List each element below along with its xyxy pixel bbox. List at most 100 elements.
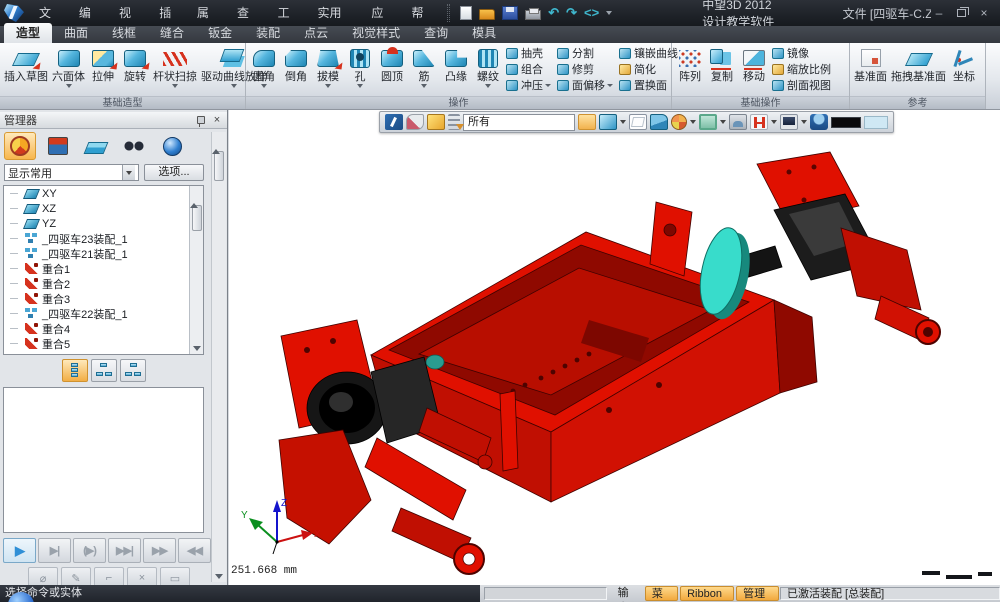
chevron-down-icon[interactable] — [801, 120, 807, 124]
solid-display-icon[interactable] — [650, 114, 668, 130]
tab-wireframe[interactable]: 线框 — [100, 23, 148, 43]
face-offset-button[interactable]: 面偏移 — [555, 77, 615, 93]
tree-item-constraint[interactable]: 重合4 — [4, 321, 203, 336]
tab-sheetmetal[interactable]: 钣金 — [196, 23, 244, 43]
simplify-button[interactable]: 简化 — [617, 61, 680, 77]
restore-button[interactable] — [957, 9, 966, 17]
embed-curve-button[interactable]: 镶嵌曲线 — [617, 45, 680, 61]
tree-item-xy[interactable]: XY — [4, 186, 203, 201]
scrollbar-thumb[interactable] — [192, 205, 202, 231]
tree-item-constraint[interactable]: 重合5 — [4, 336, 203, 351]
ribbon-toggle[interactable]: Ribbon栏 — [680, 586, 734, 601]
scrollbar-thumb[interactable] — [214, 151, 224, 181]
scale-button[interactable]: 缩放比例 — [770, 61, 833, 77]
extrude-button[interactable]: 拉伸 — [87, 44, 119, 83]
fast-forward-button[interactable]: ▶▶ — [143, 538, 176, 563]
close-button[interactable]: × — [976, 6, 992, 20]
options-button[interactable]: 选项... — [144, 164, 204, 181]
quick-access-chevron-icon[interactable] — [606, 11, 612, 15]
highlight-color-swatch[interactable] — [864, 116, 888, 129]
section-view-button[interactable]: 剖面视图 — [770, 77, 833, 93]
shell-button[interactable]: 抽壳 — [504, 45, 553, 61]
history-manager-button[interactable] — [4, 132, 36, 160]
undo-icon[interactable]: ↶ — [548, 6, 559, 20]
chamfer-button[interactable]: 倒角 — [280, 44, 312, 83]
csys-button[interactable]: 坐标 — [948, 44, 980, 83]
tab-inquire[interactable]: 查询 — [412, 23, 460, 43]
rewind-button[interactable]: ◀◀ — [178, 538, 211, 563]
combine-button[interactable]: 组合 — [504, 61, 553, 77]
scroll-up-icon[interactable] — [212, 132, 220, 154]
minimize-button[interactable]: – — [931, 6, 947, 20]
layer-manager-button[interactable] — [80, 132, 112, 160]
tree-item-component[interactable]: _四驱车22装配_1 — [4, 306, 203, 321]
code-brackets-icon[interactable]: <> — [584, 6, 599, 20]
tab-visualstyle[interactable]: 视觉样式 — [340, 23, 412, 43]
color-wheel-icon[interactable] — [671, 114, 687, 130]
entity-box-icon[interactable] — [427, 114, 445, 130]
view-manager-button[interactable] — [118, 132, 150, 160]
tree-item-constraint[interactable]: 重合3 — [4, 291, 203, 306]
tree-item-component[interactable]: _四驱车23装配_1 — [4, 231, 203, 246]
scroll-down-icon[interactable] — [215, 574, 223, 579]
section-tool-icon[interactable] — [750, 114, 768, 130]
redo-icon[interactable]: ↷ — [566, 6, 577, 20]
flange-button[interactable]: 凸缘 — [440, 44, 472, 83]
tab-heal[interactable]: 缝合 — [148, 23, 196, 43]
save-icon[interactable] — [502, 6, 518, 20]
mirror-button[interactable]: 镜像 — [770, 45, 833, 61]
tree-item-yz[interactable]: YZ — [4, 216, 203, 231]
thread-button[interactable]: 螺纹 — [472, 44, 504, 88]
exit-command-icon[interactable] — [385, 114, 403, 130]
open-file-icon[interactable] — [479, 9, 495, 20]
tab-surface[interactable]: 曲面 — [52, 23, 100, 43]
chevron-down-icon[interactable] — [620, 120, 626, 124]
drag-datum-button[interactable]: 拖拽基准面 — [889, 44, 948, 83]
sweep-button[interactable]: 杆状扫掠 — [151, 44, 199, 88]
pattern-button[interactable]: 阵列 — [674, 44, 706, 83]
display-mode-icon[interactable] — [599, 114, 617, 130]
shaded-display-icon[interactable] — [578, 114, 596, 130]
play-button[interactable]: ▶ — [3, 538, 36, 563]
tree-view-button[interactable] — [91, 359, 117, 382]
step-to-end-button[interactable]: ▶▶| — [108, 538, 141, 563]
draft-button[interactable]: 拔模 — [312, 44, 344, 88]
tree-item-constraint[interactable]: 重合2 — [4, 276, 203, 291]
chevron-down-icon[interactable] — [720, 120, 726, 124]
step-play-button[interactable]: (▶) — [73, 538, 106, 563]
datum-plane-button[interactable]: 基准面 — [852, 44, 889, 83]
wireframe-display-icon[interactable] — [629, 114, 647, 130]
punch-button[interactable]: 冲压 — [504, 77, 553, 93]
tab-mold[interactable]: 模具 — [460, 23, 508, 43]
scroll-up-icon[interactable] — [190, 186, 198, 208]
rib-button[interactable]: 筋 — [408, 44, 440, 88]
tab-pointcloud[interactable]: 点云 — [292, 23, 340, 43]
output-toggle[interactable]: 输出 — [612, 586, 643, 601]
display-filter-dropdown[interactable]: 显示常用 — [4, 164, 139, 181]
manager-toggle[interactable]: 管理器 — [736, 586, 779, 601]
divide-button[interactable]: 分割 — [555, 45, 615, 61]
replace-face-button[interactable]: 置换面 — [617, 77, 680, 93]
background-image-icon[interactable] — [699, 114, 717, 130]
tree-item-constraint[interactable]: 重合1 — [4, 261, 203, 276]
list-view-button[interactable] — [62, 359, 88, 382]
block-button[interactable]: 六面体 — [50, 44, 87, 88]
trim-button[interactable]: 修剪 — [555, 61, 615, 77]
model-4wd-car-chassis[interactable]: Z X Y — [229, 110, 1000, 585]
hole-button[interactable]: 孔 — [344, 44, 376, 88]
visual-manager-button[interactable] — [156, 132, 188, 160]
insert-sketch-button[interactable]: 插入草图 — [2, 44, 50, 83]
display-settings-icon[interactable] — [780, 114, 798, 130]
new-file-icon[interactable] — [460, 6, 472, 20]
tab-assembly[interactable]: 装配 — [244, 23, 292, 43]
pick-filter-dropdown[interactable]: 所有 — [463, 114, 575, 131]
brush-icon[interactable] — [406, 114, 424, 130]
print-icon[interactable] — [525, 10, 541, 20]
tree-item-component[interactable]: _四驱车21装配_1 — [4, 246, 203, 261]
render-image-icon[interactable] — [729, 114, 747, 130]
move-button[interactable]: 移动 — [738, 44, 770, 83]
panel-scrollbar[interactable] — [211, 132, 226, 582]
copy-button[interactable]: 复制 — [706, 44, 738, 83]
hierarchy-view-button[interactable] — [120, 359, 146, 382]
filter-icon[interactable] — [448, 114, 460, 130]
